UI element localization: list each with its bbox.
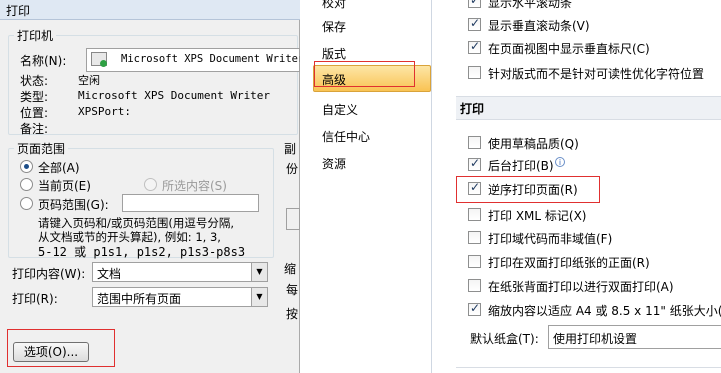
print-label: 打印(R): (12, 292, 58, 306)
current-page-label: 当前页(E) (38, 179, 91, 193)
chevron-down-icon: ▼ (251, 263, 267, 281)
show-hscroll-label: 显示水平滚动条 (488, 0, 573, 10)
show-vruler-label: 在页面视图中显示垂直标尺(C) (488, 42, 650, 56)
comment-label: 备注: (20, 122, 49, 136)
scale-content-label: 缩放内容以适应 A4 或 8.5 x 11" 纸张大小(A) (488, 304, 721, 318)
printer-name-label: 名称(N): (20, 54, 67, 68)
all-pages-radio[interactable] (20, 160, 33, 173)
print-dialog: 打印 打印机 名称(N): Microsoft XPS Document Wri… (0, 0, 304, 373)
printer-group-legend: 打印机 (14, 27, 57, 44)
page-range-hint-3: 5-12 或 p1s1, p1s2, p1s3-p8s3 (38, 245, 246, 259)
background-print-label: 后台打印(B) (488, 159, 554, 173)
print-what-select[interactable]: 文档 ▼ (92, 262, 268, 282)
scale-content-checkbox[interactable] (468, 301, 481, 316)
status-value: 空闲 (78, 74, 100, 87)
selection-radio (144, 178, 157, 191)
background-print-checkbox[interactable] (468, 156, 481, 171)
printer-name-value: Microsoft XPS Document Writer (121, 53, 305, 65)
paper-tray-select[interactable]: 使用打印机设置 (548, 325, 721, 349)
print-xml-label: 打印 XML 标记(X) (488, 209, 587, 223)
print-pages-select[interactable]: 范围中所有页面 ▼ (92, 287, 268, 307)
show-vscroll-label: 显示垂直滚动条(V) (488, 19, 590, 33)
collate-preview-cut (286, 208, 300, 230)
all-pages-label: 全部(A) (38, 161, 80, 175)
printer-name-select[interactable]: Microsoft XPS Document Writer (86, 48, 304, 72)
options-nav (300, 0, 432, 373)
info-icon[interactable]: i (555, 157, 565, 167)
duplex-front-checkbox[interactable] (468, 255, 481, 268)
copies-label-cut: 份 (286, 162, 299, 176)
print-section-header (456, 96, 721, 120)
reverse-order-highlight-box (456, 176, 600, 203)
current-page-radio[interactable] (20, 178, 33, 191)
paper-tray-label: 默认纸盒(T): (470, 332, 539, 346)
type-value: Microsoft XPS Document Writer (78, 89, 271, 102)
show-vscroll-checkbox[interactable] (468, 16, 481, 31)
pages-per-sheet-cut: 每 (286, 283, 299, 297)
draft-quality-checkbox[interactable] (468, 136, 481, 149)
nav-item-trust-center[interactable]: 信任中心 (322, 128, 370, 145)
show-hscroll-checkbox[interactable] (468, 0, 481, 8)
duplex-front-label: 打印在双面打印纸张的正面(R) (488, 256, 650, 270)
dialog-title: 打印 (0, 0, 300, 20)
duplex-back-label: 在纸张背面打印以进行双面打印(A) (488, 280, 674, 294)
nav-item-layout[interactable]: 版式 (322, 45, 346, 62)
printer-icon (91, 52, 107, 67)
location-value: XPSPort: (78, 105, 131, 118)
show-vruler-checkbox[interactable] (468, 39, 481, 54)
location-label: 位置: (20, 106, 49, 120)
page-range-radio-label: 页码范围(G): (38, 198, 109, 212)
print-what-label: 打印内容(W): (12, 267, 86, 281)
print-xml-checkbox[interactable] (468, 208, 481, 221)
paper-tray-value: 使用打印机设置 (553, 332, 638, 346)
field-codes-label: 打印域代码而非域值(F) (488, 232, 613, 246)
nav-item-resources[interactable]: 资源 (322, 155, 346, 172)
page-range-radio[interactable] (20, 197, 33, 210)
page-range-legend: 页面范围 (14, 140, 69, 157)
draft-quality-label: 使用草稿品质(Q) (488, 137, 579, 151)
print-section-title: 打印 (460, 102, 485, 116)
zoom-legend-cut: 缩 (284, 262, 297, 276)
scale-to-paper-cut: 按 (286, 307, 299, 321)
selection-label: 所选内容(S) (162, 179, 227, 193)
section-divider (456, 367, 721, 368)
duplex-back-checkbox[interactable] (468, 279, 481, 292)
nav-item-save[interactable]: 保存 (322, 18, 346, 35)
copies-legend-cut: 副 (284, 142, 297, 156)
optimize-char-pos-label: 针对版式而不是针对可读性优化字符位置 (488, 67, 705, 81)
chevron-down-icon: ▼ (251, 288, 267, 306)
default-check-icon (100, 60, 107, 67)
optimize-char-pos-checkbox[interactable] (468, 66, 481, 79)
page-range-input[interactable] (122, 194, 259, 212)
nav-item-proofing[interactable]: 校对 (322, 0, 346, 11)
field-codes-checkbox[interactable] (468, 231, 481, 244)
nav-item-advanced[interactable]: 高级 (322, 71, 346, 88)
options-highlight-box (7, 329, 115, 367)
nav-item-customize[interactable]: 自定义 (322, 101, 358, 118)
type-label: 类型: (20, 90, 49, 104)
print-what-value: 文档 (97, 267, 122, 281)
status-label: 状态: (20, 74, 49, 88)
print-pages-value: 范围中所有页面 (97, 292, 182, 306)
